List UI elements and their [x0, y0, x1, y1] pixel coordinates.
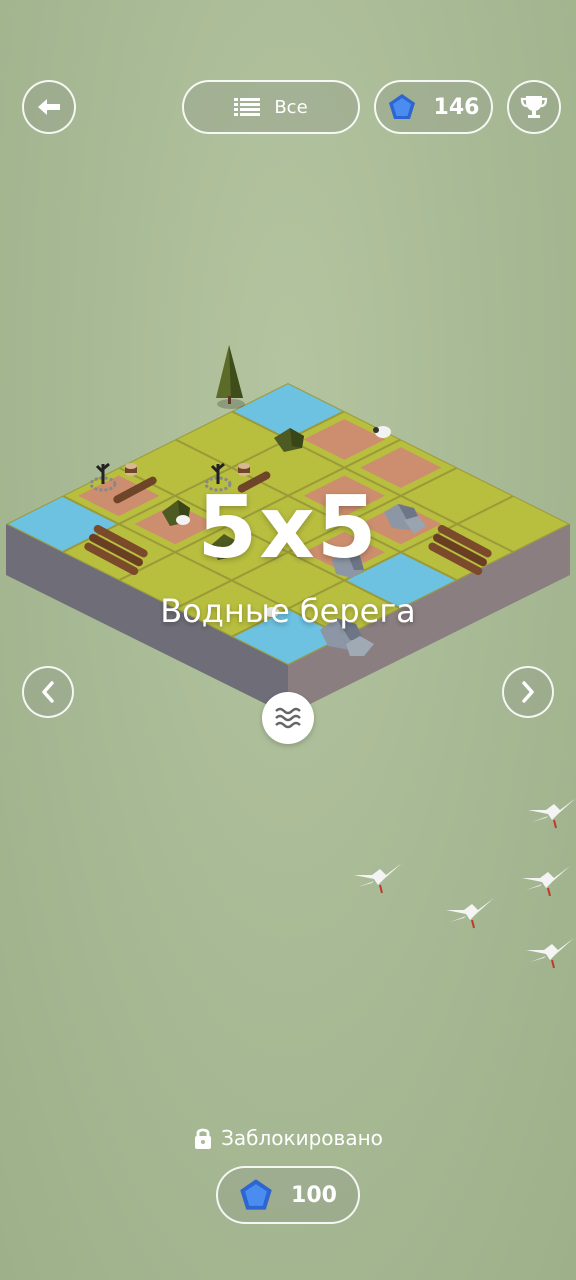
level-filter-button[interactable]: Все [182, 80, 360, 134]
achievements-button[interactable] [507, 80, 561, 134]
previous-level-button[interactable] [22, 666, 74, 718]
chevron-right-icon [522, 681, 534, 703]
pine-tree [216, 345, 245, 409]
gems-count: 146 [433, 94, 480, 120]
bird [446, 898, 494, 929]
unlock-price-button[interactable]: 100 [216, 1166, 360, 1224]
gem-icon [240, 1179, 272, 1210]
stump [125, 463, 137, 476]
gems-counter-button[interactable]: 146 [374, 80, 493, 134]
back-button[interactable] [22, 80, 76, 134]
gem-icon [388, 94, 415, 119]
next-level-button[interactable] [502, 666, 554, 718]
waves-icon [275, 707, 301, 729]
flying-birds-decoration [354, 798, 576, 969]
filter-label: Все [274, 96, 308, 118]
unlock-price: 100 [291, 1182, 337, 1208]
bird [528, 798, 576, 829]
bird [526, 938, 574, 969]
level-size-title: 5x5 [197, 478, 379, 578]
bird [522, 866, 570, 897]
chevron-left-icon [42, 681, 54, 703]
back-arrow-icon [38, 99, 60, 115]
locked-label: Заблокировано [221, 1126, 383, 1150]
level-name: Водные берега [160, 592, 416, 630]
bird [354, 863, 402, 894]
list-icon [234, 98, 261, 116]
lock-icon [195, 1128, 212, 1149]
stump [238, 463, 250, 476]
lock-status: Заблокировано [0, 1126, 576, 1150]
water-level-badge [262, 692, 314, 744]
trophy-icon [520, 96, 548, 118]
